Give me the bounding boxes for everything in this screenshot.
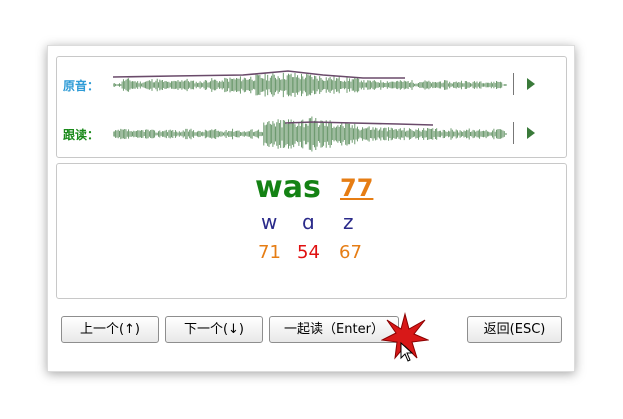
original-audio-label: 原音： (63, 79, 100, 93)
back-button[interactable]: 返回(ESC) (467, 316, 562, 343)
word-score-panel: was 77 w ɑ z 71 54 67 (56, 163, 567, 299)
word-score: 77 (340, 174, 374, 202)
original-end-marker (513, 73, 514, 95)
pronunciation-dialog: 原音： 跟读： was 77 w ɑ z 71 54 67 上一个(↑) 下一个… (47, 45, 575, 372)
phoneme-symbol: ɑ (302, 210, 315, 234)
play-icon[interactable] (527, 127, 535, 139)
pitch-contour (284, 121, 434, 126)
mouse-cursor-icon (400, 342, 414, 362)
phoneme-symbol: z (343, 210, 354, 234)
original-waveform[interactable] (113, 61, 507, 109)
next-button[interactable]: 下一个(↓) (165, 316, 263, 343)
phoneme-score: 71 (258, 242, 281, 263)
phoneme-score: 67 (339, 242, 362, 263)
follow-read-waveform[interactable] (113, 110, 507, 158)
phoneme-symbol: w (261, 210, 278, 234)
follow-end-marker (513, 122, 514, 144)
phoneme-score: 54 (297, 242, 320, 263)
follow-read-label: 跟读： (63, 128, 100, 142)
word-text: was (255, 170, 321, 205)
waveform-panel: 原音： 跟读： (56, 56, 567, 158)
previous-button[interactable]: 上一个(↑) (61, 316, 159, 343)
play-icon[interactable] (527, 78, 535, 90)
read-together-button[interactable]: 一起读（Enter） (269, 316, 399, 343)
